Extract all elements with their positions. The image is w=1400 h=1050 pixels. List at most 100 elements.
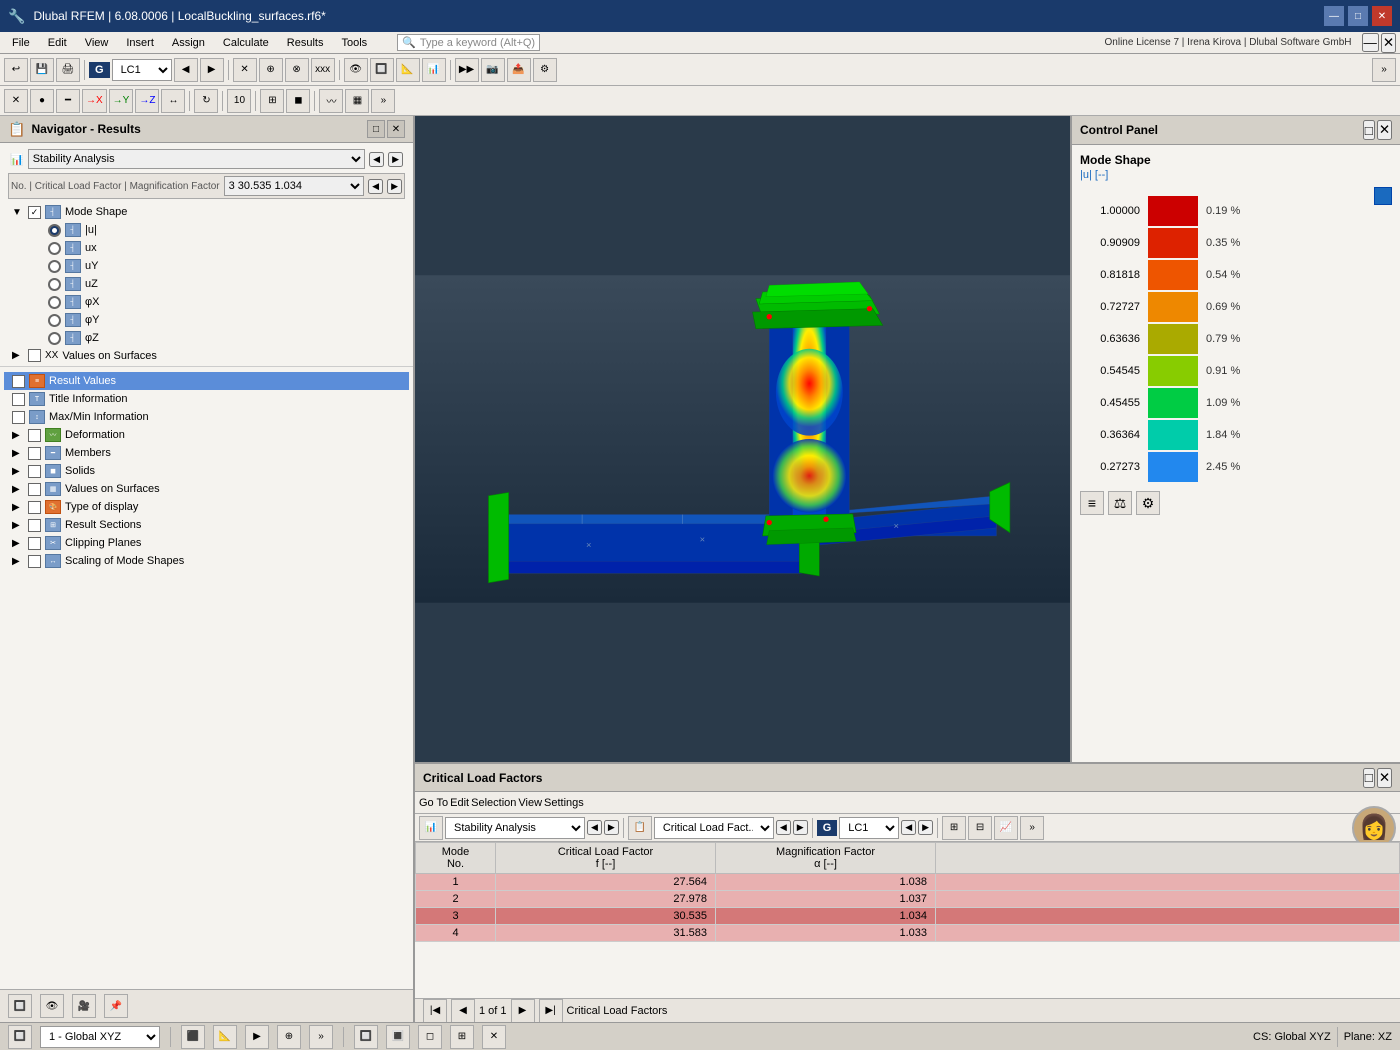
option-uz-row[interactable]: ▶ ┤ uZ bbox=[24, 275, 409, 293]
menu-calculate[interactable]: Calculate bbox=[215, 35, 277, 51]
type-of-display-item[interactable]: ▶ 🎨 Type of display bbox=[4, 498, 409, 516]
tb2-more[interactable]: » bbox=[371, 89, 395, 113]
radio-phiy[interactable] bbox=[48, 314, 61, 327]
tb-more1[interactable]: » bbox=[1372, 58, 1396, 82]
clipping-planes-item[interactable]: ▶ ✂ Clipping Planes bbox=[4, 534, 409, 552]
table-row[interactable]: 2 27.978 1.037 bbox=[416, 891, 1400, 908]
sb-tool2[interactable]: 📐 bbox=[213, 1025, 237, 1049]
bf-last[interactable]: ▶| bbox=[539, 999, 563, 1023]
bm-settings[interactable]: Settings bbox=[544, 797, 584, 809]
menu-results[interactable]: Results bbox=[279, 35, 332, 51]
tb2-axis-x[interactable]: →X bbox=[82, 89, 107, 113]
sb-view1[interactable]: 🔲 bbox=[354, 1025, 378, 1049]
sc-checkbox[interactable] bbox=[28, 555, 41, 568]
bt-anal-prev[interactable]: ◀ bbox=[587, 820, 602, 835]
values-on-surfaces-row[interactable]: ▶ XX Values on Surfaces bbox=[4, 347, 409, 364]
radio-u-abs[interactable] bbox=[48, 224, 61, 237]
minimize-button[interactable]: — bbox=[1324, 6, 1344, 26]
option-uy-row[interactable]: ▶ ┤ uY bbox=[24, 257, 409, 275]
cp-checkbox[interactable] bbox=[28, 537, 41, 550]
sb-tool3[interactable]: ▶ bbox=[245, 1025, 269, 1049]
bt-more[interactable]: » bbox=[1020, 816, 1044, 840]
tb-btn2[interactable]: ⊕ bbox=[259, 58, 283, 82]
tb2-zoom-num[interactable]: 10 bbox=[227, 89, 251, 113]
tb2-mesh[interactable]: ⊞ bbox=[260, 89, 284, 113]
sb-view5[interactable]: ✕ bbox=[482, 1025, 506, 1049]
tb-export[interactable]: 📤 bbox=[507, 58, 531, 82]
result-sections-item[interactable]: ▶ ⊞ Result Sections bbox=[4, 516, 409, 534]
radio-uz[interactable] bbox=[48, 278, 61, 291]
values-on-surfaces-checkbox[interactable] bbox=[28, 349, 41, 362]
3d-view-area[interactable]: × × × bbox=[415, 116, 1070, 762]
bf-next[interactable]: ▶ bbox=[511, 999, 535, 1023]
nav-tool-4[interactable]: 📌 bbox=[104, 994, 128, 1018]
bf-prev[interactable]: ◀ bbox=[451, 999, 475, 1023]
bt-lc-dropdown[interactable]: LC1 bbox=[839, 817, 899, 839]
members-item[interactable]: ▶ ━ Members bbox=[4, 444, 409, 462]
table-row[interactable]: 1 27.564 1.038 bbox=[416, 874, 1400, 891]
nav-tool-1[interactable]: 🔲 bbox=[8, 994, 32, 1018]
tb-btn3[interactable]: ⊗ bbox=[285, 58, 309, 82]
bt-analysis-dropdown[interactable]: Stability Analysis bbox=[445, 817, 585, 839]
tb-btn1[interactable]: ✕ bbox=[233, 58, 257, 82]
sb-tool1[interactable]: ⬛ bbox=[181, 1025, 205, 1049]
tb-anim[interactable]: ▶▶ bbox=[455, 58, 479, 82]
cp-restore-btn[interactable]: □ bbox=[1363, 120, 1375, 140]
sb-tool5[interactable]: » bbox=[309, 1025, 333, 1049]
nav-restore-btn[interactable]: □ bbox=[367, 120, 385, 138]
radio-ux[interactable] bbox=[48, 242, 61, 255]
option-phiz-row[interactable]: ▶ ┤ φZ bbox=[24, 329, 409, 347]
menu-view[interactable]: View bbox=[77, 35, 117, 51]
nav-tool-2[interactable]: 👁 bbox=[40, 994, 64, 1018]
bm-edit[interactable]: Edit bbox=[450, 797, 469, 809]
tb2-axis-y[interactable]: →Y bbox=[109, 89, 134, 113]
option-phix-row[interactable]: ▶ ┤ φX bbox=[24, 293, 409, 311]
table-row[interactable]: 4 31.583 1.033 bbox=[416, 925, 1400, 942]
tb-print[interactable]: 🖨 bbox=[56, 58, 80, 82]
nav-tool-3[interactable]: 🎥 bbox=[72, 994, 96, 1018]
nav-close-btn[interactable]: ✕ bbox=[387, 120, 405, 138]
ti-checkbox[interactable] bbox=[12, 393, 25, 406]
sb-icon1[interactable]: 🔲 bbox=[8, 1025, 32, 1049]
tb2-line[interactable]: ━ bbox=[56, 89, 80, 113]
lc-dropdown[interactable]: LC1 bbox=[112, 59, 172, 81]
analysis-dropdown[interactable]: Stability Analysis bbox=[28, 149, 365, 169]
rs-checkbox[interactable] bbox=[28, 519, 41, 532]
bm-view[interactable]: View bbox=[518, 797, 542, 809]
bt-filter2[interactable]: ⊟ bbox=[968, 816, 992, 840]
mm-checkbox[interactable] bbox=[12, 411, 25, 424]
vs2-checkbox[interactable] bbox=[28, 483, 41, 496]
bottom-restore-btn[interactable]: □ bbox=[1363, 768, 1375, 788]
tb-undo[interactable]: ↩ bbox=[4, 58, 28, 82]
sol-checkbox[interactable] bbox=[28, 465, 41, 478]
values-surfaces2-item[interactable]: ▶ ▦ Values on Surfaces bbox=[4, 480, 409, 498]
mode-shape-parent-row[interactable]: ▼ ┤ Mode Shape bbox=[4, 203, 409, 221]
tb-snap[interactable]: 📷 bbox=[481, 58, 505, 82]
cp-bar-btn[interactable]: ≡ bbox=[1080, 491, 1104, 515]
mode-nav-right[interactable]: ▶ bbox=[387, 179, 402, 194]
search-box[interactable]: 🔍 Type a keyword (Alt+Q) bbox=[397, 34, 540, 51]
tb2-axis-z[interactable]: →Z bbox=[135, 89, 159, 113]
mode-nav-left[interactable]: ◀ bbox=[368, 179, 383, 194]
tb-view1[interactable]: 👁 bbox=[344, 58, 368, 82]
def-checkbox[interactable] bbox=[28, 429, 41, 442]
sb-coord-system[interactable]: 1 - Global XYZ bbox=[40, 1026, 160, 1048]
cp-settings-btn[interactable]: ⚙ bbox=[1136, 491, 1160, 515]
menu-edit[interactable]: Edit bbox=[40, 35, 75, 51]
tb2-select[interactable]: ✕ bbox=[4, 89, 28, 113]
secondary-minimize[interactable]: — bbox=[1362, 33, 1379, 52]
mem-checkbox[interactable] bbox=[28, 447, 41, 460]
bt-result-icon[interactable]: 📋 bbox=[628, 816, 652, 840]
title-info-item[interactable]: T Title Information bbox=[4, 390, 409, 408]
option-u-abs-row[interactable]: ▶ ┤ |u| bbox=[24, 221, 409, 239]
maxmin-info-item[interactable]: ↕ Max/Min Information bbox=[4, 408, 409, 426]
tb-next[interactable]: ▶ bbox=[200, 58, 224, 82]
maximize-button[interactable]: □ bbox=[1348, 6, 1368, 26]
menu-assign[interactable]: Assign bbox=[164, 35, 213, 51]
bt-res-next[interactable]: ▶ bbox=[793, 820, 808, 835]
table-row[interactable]: 3 30.535 1.034 bbox=[416, 908, 1400, 925]
option-ux-row[interactable]: ▶ ┤ ux bbox=[24, 239, 409, 257]
analysis-nav-left[interactable]: ◀ bbox=[369, 152, 384, 167]
tb2-shade[interactable]: ◼ bbox=[286, 89, 310, 113]
bt-anal-next[interactable]: ▶ bbox=[604, 820, 619, 835]
